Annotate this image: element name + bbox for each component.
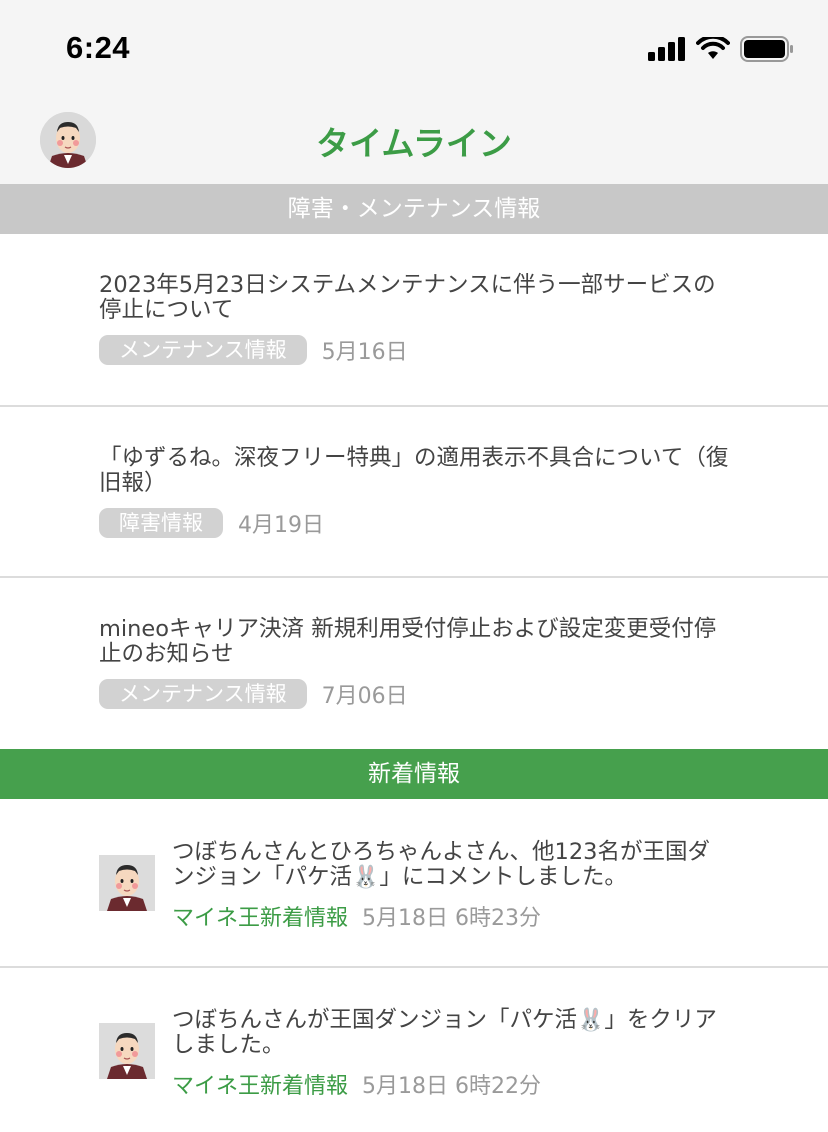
news-item[interactable]: つぼちんさんが王国ダンジョン「パケ活🐰」をクリアしました。 マイネ王新着情報 5…	[0, 968, 828, 1132]
category-tag: 障害情報	[99, 508, 223, 538]
maintenance-item-title: 2023年5月23日システムメンテナンスに伴う一部サービスの停止について	[99, 272, 716, 323]
wifi-icon	[696, 37, 730, 59]
news-item[interactable]: つぼちんさんとひろちゃんよさん、他123名が王国ダンジョン「パケ活🐰」にコメント…	[0, 799, 828, 968]
item-date: 7月06日	[321, 684, 408, 709]
news-date: 5月18日 6時22分	[362, 1074, 541, 1099]
news-item-title-start: つぼちんさんが王国ダンジョン「パケ活	[172, 1007, 578, 1033]
status-icons	[648, 36, 794, 62]
battery-icon	[740, 36, 793, 62]
maintenance-item-meta: メンテナンス情報 7月06日	[99, 679, 408, 709]
rabbit-emoji-icon: 🐰	[352, 865, 380, 890]
avatar	[99, 855, 155, 911]
item-date: 5月16日	[321, 340, 408, 365]
avatar-portrait-icon	[99, 1023, 155, 1079]
maintenance-item[interactable]: 「ゆずるね。深夜フリー特典」の適用表示不具合について（復旧報） 障害情報 4月1…	[0, 407, 828, 578]
maintenance-item[interactable]: mineoキャリア決済 新規利用受付停止および設定変更受付停止のお知らせ メンテ…	[0, 578, 828, 749]
news-source: マイネ王新着情報	[172, 906, 349, 931]
news-source: マイネ王新着情報	[172, 1074, 349, 1099]
news-item-meta: マイネ王新着情報 5月18日 6時23分	[172, 900, 541, 932]
status-bar: 6:24	[0, 0, 828, 95]
news-item-title-end: 」にコメントしました。	[379, 864, 627, 890]
maintenance-item-meta: メンテナンス情報 5月16日	[99, 335, 408, 365]
maintenance-section-header: 障害・メンテナンス情報	[0, 184, 828, 234]
nav-bar: タイムライン	[0, 95, 828, 184]
status-time: 6:24	[66, 30, 131, 65]
news-item-title: つぼちんさんが王国ダンジョン「パケ活🐰」をクリアしました。	[172, 1008, 732, 1058]
news-item-title: つぼちんさんとひろちゃんよさん、他123名が王国ダンジョン「パケ活🐰」にコメント…	[172, 840, 732, 891]
item-date: 4月19日	[238, 513, 324, 538]
news-section-header: 新着情報	[0, 749, 828, 799]
rabbit-emoji-icon: 🐰	[577, 1008, 605, 1033]
maintenance-item-title: 「ゆずるね。深夜フリー特典」の適用表示不具合について（復旧報）	[99, 445, 729, 496]
avatar-portrait-icon	[99, 855, 155, 911]
maintenance-item-title: mineoキャリア決済 新規利用受付停止および設定変更受付停止のお知らせ	[99, 616, 717, 667]
page-title: タイムライン	[316, 124, 512, 163]
signal-icon	[648, 37, 685, 61]
category-tag: メンテナンス情報	[99, 679, 307, 709]
maintenance-item[interactable]: 2023年5月23日システムメンテナンスに伴う一部サービスの停止について メンテ…	[0, 234, 828, 407]
news-date: 5月18日 6時23分	[362, 906, 541, 931]
avatar	[99, 1023, 155, 1079]
maintenance-item-meta: 障害情報 4月19日	[99, 508, 324, 538]
category-tag: メンテナンス情報	[99, 335, 307, 365]
news-item-meta: マイネ王新着情報 5月18日 6時22分	[172, 1068, 541, 1100]
